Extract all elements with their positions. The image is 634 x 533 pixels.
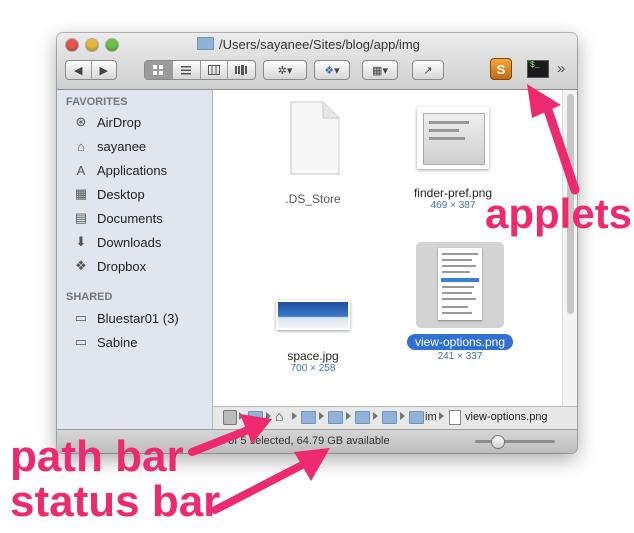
applets-arrow <box>543 105 580 195</box>
path-bar-label: path bar <box>10 432 184 481</box>
applets-label: applets <box>485 190 633 237</box>
status-bar-arrow <box>211 460 308 514</box>
path-bar-arrow <box>188 426 252 456</box>
status-bar-label: status bar <box>10 477 221 526</box>
applets-arrowhead <box>527 84 561 118</box>
